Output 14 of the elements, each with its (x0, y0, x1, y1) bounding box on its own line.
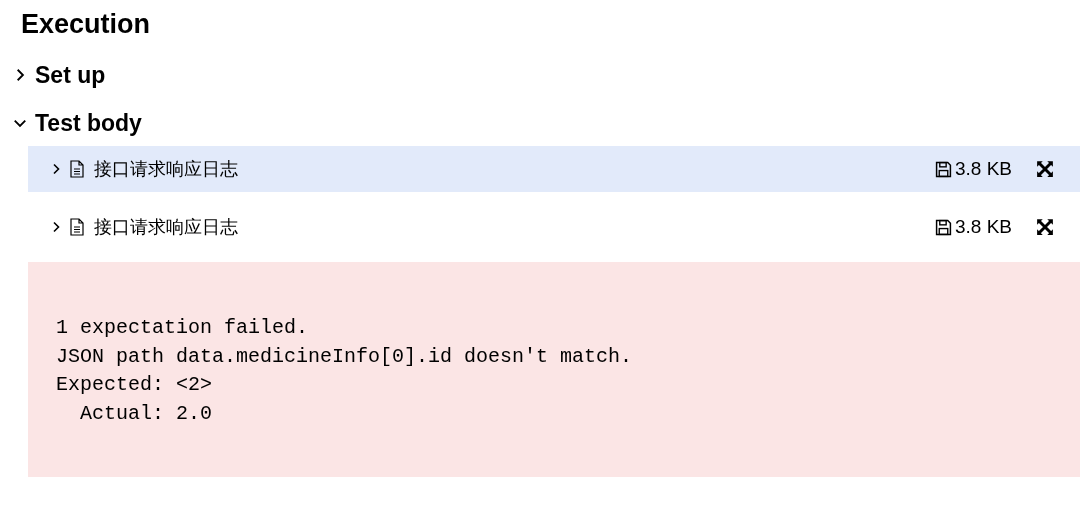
document-icon (70, 160, 84, 178)
expand-icon[interactable] (1036, 218, 1054, 236)
attachment-name: 接口请求响应日志 (94, 157, 239, 181)
attachment-row[interactable]: 接口请求响应日志 3.8 KB (28, 204, 1080, 250)
error-message: 1 expectation failed. JSON path data.medicineInfo[0].id doesn't match. Expected: <2> Actual: 2.0 (28, 262, 1080, 477)
expand-icon[interactable] (1036, 160, 1054, 178)
section-toggle[interactable]: Test body (13, 108, 142, 138)
file-size: 3.8 KB (954, 216, 1012, 238)
document-icon (70, 218, 84, 236)
section-title: Execution (21, 8, 152, 41)
attachment-row[interactable]: 接口请求响应日志 3.8 KB (28, 146, 1080, 192)
attachment-name: 接口请求响应日志 (94, 215, 239, 239)
file-size: 3.8 KB (954, 158, 1012, 180)
section-toggle[interactable]: Set up (13, 60, 106, 90)
